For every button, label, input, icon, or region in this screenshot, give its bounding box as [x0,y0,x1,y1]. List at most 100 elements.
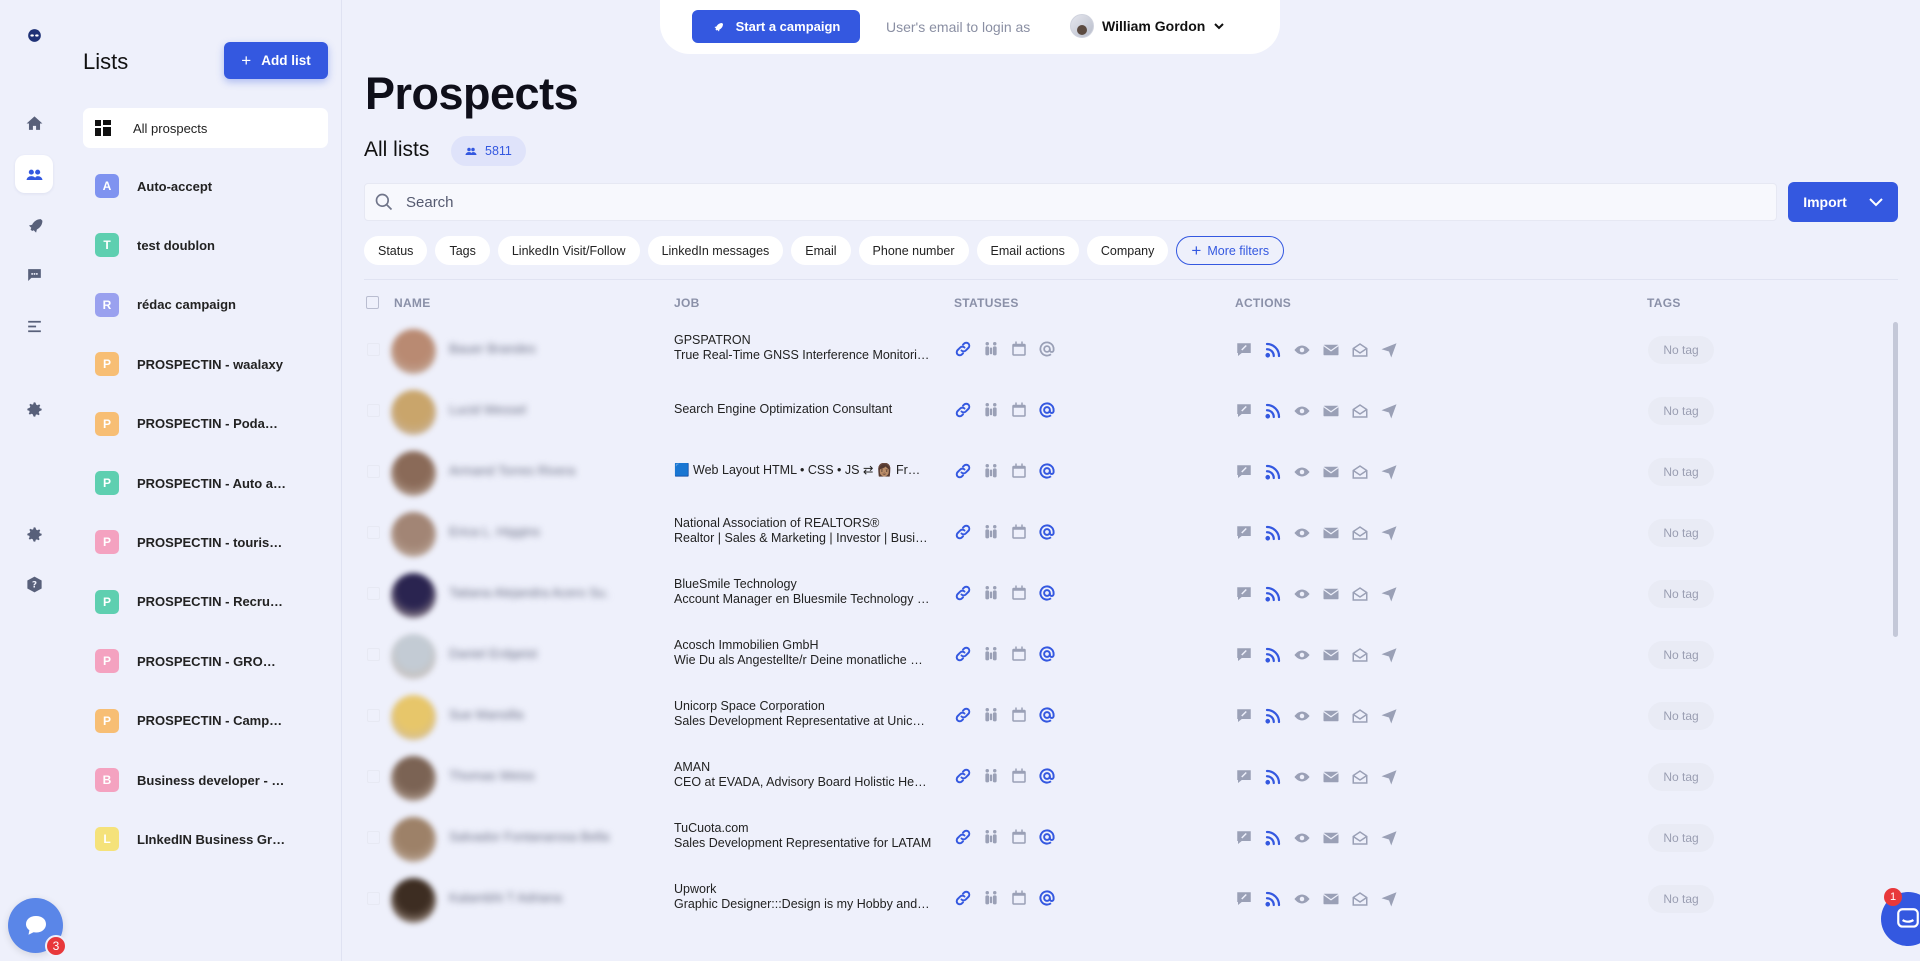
row-checkbox[interactable] [367,709,380,722]
list-item-all-prospects[interactable]: All prospects [83,108,328,148]
prospect-name[interactable]: Daniel Erdgeist [449,646,609,660]
send-icon[interactable] [1379,767,1398,786]
prospect-name[interactable]: Bauer Brandes [449,341,609,355]
table-row[interactable]: Armand Torres Rivera 🟦 Web Layout HTML • … [364,441,1884,502]
email-open-icon[interactable] [1350,828,1369,847]
add-list-button[interactable]: + Add list [224,42,328,79]
row-checkbox[interactable] [367,770,380,783]
send-icon[interactable] [1379,584,1398,603]
email-icon[interactable] [1321,767,1340,786]
visit-eye-icon[interactable] [1292,645,1311,664]
settings-gear-icon[interactable] [15,390,53,428]
list-item[interactable]: P PROSPECTIN - Podaw… [83,404,328,444]
tag-badge[interactable]: No tag [1648,580,1714,608]
linkedin-message-icon[interactable] [1234,706,1253,725]
send-icon[interactable] [1379,706,1398,725]
row-checkbox[interactable] [367,587,380,600]
linkedin-message-icon[interactable] [1234,767,1253,786]
visit-eye-icon[interactable] [1292,889,1311,908]
tag-badge[interactable]: No tag [1648,458,1714,486]
tag-badge[interactable]: No tag [1648,763,1714,791]
home-icon[interactable] [15,104,53,142]
prospect-name[interactable]: Erica L. Higgins [449,524,609,538]
prospect-name[interactable]: Kalambhi T Adriana [449,890,609,904]
follow-rss-icon[interactable] [1263,523,1282,542]
list-item[interactable]: B Business developer - … [83,760,328,800]
email-icon[interactable] [1321,706,1340,725]
linkedin-message-icon[interactable] [1234,889,1253,908]
follow-rss-icon[interactable] [1263,401,1282,420]
user-switcher[interactable]: William Gordon [1070,14,1225,38]
visit-eye-icon[interactable] [1292,340,1311,359]
table-row[interactable]: Thomas Weiss AMAN CEO at EVADA, Advisory B… [364,746,1884,807]
visit-eye-icon[interactable] [1292,462,1311,481]
filter-status[interactable]: Status [364,236,428,265]
list-item[interactable]: P PROSPECTIN - GROW… [83,641,328,681]
filter-linkedin-visit-follow[interactable]: LinkedIn Visit/Follow [497,236,640,265]
select-all-checkbox[interactable] [366,296,379,309]
tag-badge[interactable]: No tag [1648,397,1714,425]
email-icon[interactable] [1321,889,1340,908]
row-checkbox[interactable] [367,648,380,661]
filter-phone-number[interactable]: Phone number [858,236,969,265]
table-row[interactable]: Lucid Wessel Search Engine Optimization C… [364,380,1884,441]
table-row[interactable]: Tatiana Alejandra Acero Su… BlueSmile Tec… [364,563,1884,624]
table-scrollbar[interactable] [1893,322,1898,637]
follow-rss-icon[interactable] [1263,584,1282,603]
email-open-icon[interactable] [1350,767,1369,786]
list-item[interactable]: P PROSPECTIN - Auto a… [83,463,328,503]
list-item[interactable]: P PROSPECTIN - tourisme [83,522,328,562]
filter-linkedin-messages[interactable]: LinkedIn messages [647,236,784,265]
send-icon[interactable] [1379,401,1398,420]
email-open-icon[interactable] [1350,706,1369,725]
send-icon[interactable] [1379,462,1398,481]
list-item[interactable]: A Auto-accept [83,166,328,206]
filter-tags[interactable]: Tags [435,236,490,265]
tag-badge[interactable]: No tag [1648,336,1714,364]
email-icon[interactable] [1321,828,1340,847]
row-checkbox[interactable] [367,343,380,356]
email-icon[interactable] [1321,340,1340,359]
linkedin-message-icon[interactable] [1234,584,1253,603]
table-row[interactable]: Daniel Erdgeist Acosch Immobilien GmbH Wie… [364,624,1884,685]
row-checkbox[interactable] [367,892,380,905]
email-open-icon[interactable] [1350,523,1369,542]
email-open-icon[interactable] [1350,401,1369,420]
send-icon[interactable] [1379,828,1398,847]
follow-rss-icon[interactable] [1263,767,1282,786]
visit-eye-icon[interactable] [1292,401,1311,420]
list-item[interactable]: Ttest doublon [83,225,328,265]
logo-alien-icon[interactable] [15,16,53,54]
prospect-name[interactable]: Thomas Weiss [449,768,609,782]
row-checkbox[interactable] [367,465,380,478]
filter-email-actions[interactable]: Email actions [976,236,1079,265]
follow-rss-icon[interactable] [1263,462,1282,481]
follow-rss-icon[interactable] [1263,889,1282,908]
visit-eye-icon[interactable] [1292,828,1311,847]
email-open-icon[interactable] [1350,645,1369,664]
prospect-name[interactable]: Lucid Wessel [449,402,609,416]
email-open-icon[interactable] [1350,340,1369,359]
prospects-people-icon[interactable] [15,155,53,193]
row-checkbox[interactable] [367,526,380,539]
list-item[interactable]: P PROSPECTIN - Camp… [83,701,328,741]
help-question-icon[interactable]: ? [15,565,53,603]
search-input[interactable] [406,193,1706,211]
tag-badge[interactable]: No tag [1648,885,1714,913]
messages-icon[interactable] [15,256,53,294]
sequences-icon[interactable] [15,307,53,345]
visit-eye-icon[interactable] [1292,584,1311,603]
list-item[interactable]: P PROSPECTIN - waalaxy [83,344,328,384]
table-row[interactable]: Kalambhi T Adriana Upwork Graphic Designer… [364,868,1884,929]
follow-rss-icon[interactable] [1263,828,1282,847]
email-open-icon[interactable] [1350,889,1369,908]
linkedin-message-icon[interactable] [1234,340,1253,359]
linkedin-message-icon[interactable] [1234,828,1253,847]
campaign-rocket-icon[interactable] [15,206,53,244]
email-open-icon[interactable] [1350,584,1369,603]
tag-badge[interactable]: No tag [1648,824,1714,852]
email-icon[interactable] [1321,645,1340,664]
follow-rss-icon[interactable] [1263,340,1282,359]
linkedin-message-icon[interactable] [1234,645,1253,664]
table-row[interactable]: Bauer Brandes GPSPATRON True Real-Time GNS… [364,319,1884,380]
